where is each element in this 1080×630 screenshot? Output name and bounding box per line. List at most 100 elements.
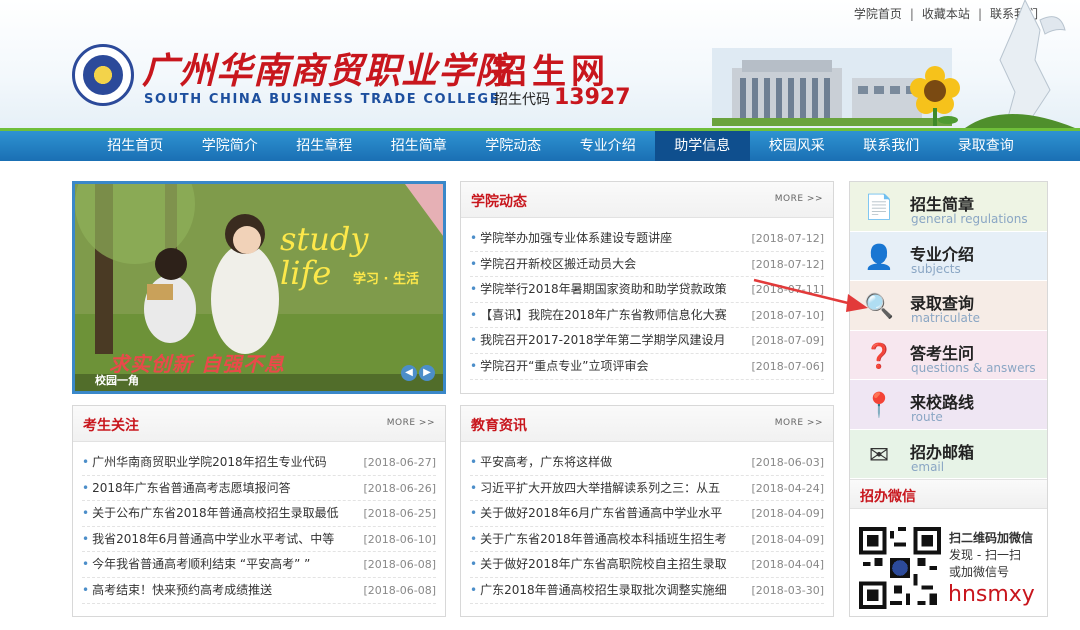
news-title[interactable]: 我省2018年6月普通高中学业水平考试、中等 — [92, 527, 334, 552]
wechat-title: 招办微信 — [860, 489, 916, 505]
bullet-icon: • — [470, 506, 478, 521]
nav-item[interactable]: 专业介绍 — [561, 131, 656, 161]
college-seal-logo[interactable] — [72, 44, 134, 106]
nav-item[interactable]: 录取查询 — [939, 131, 1034, 161]
news-item[interactable]: • 关于做好2018年6月广东省普通高中学业水平 [2018-04-09] — [470, 501, 824, 527]
quick-links-sidebar: 📄 招生简章 general regulations 👤 专业介绍 subjects 🔍 录取… — [849, 181, 1048, 617]
news-title[interactable]: 今年我省普通高考顺利结束 “平安高考” ” — [92, 552, 310, 577]
news-date: [2018-06-26] — [363, 481, 436, 495]
school-name-cn: 广州华南商贸职业学院 — [142, 50, 513, 92]
envelope-icon: ✉ — [868, 440, 890, 469]
news-item[interactable]: • 2018年广东省普通高考志愿填报问答 [2018-06-26] — [82, 476, 436, 502]
more-link[interactable]: MORE >> — [387, 418, 435, 428]
news-item[interactable]: • 广州华南商贸职业学院2018年招生专业代码 [2018-06-27] — [82, 450, 436, 476]
wechat-line-2: 发现 - 扫一扫 — [949, 548, 1021, 562]
news-item[interactable]: • 关于公布广东省2018年普通高校招生录取最低 [2018-06-25] — [82, 501, 436, 527]
more-link[interactable]: MORE >> — [775, 194, 823, 204]
wechat-qr-code — [859, 527, 941, 609]
panel-title: 考生关注 — [83, 418, 139, 434]
news-title[interactable]: 2018年广东省普通高考志愿填报问答 — [92, 476, 291, 501]
banner-subtitle: 学习 · 生活 — [353, 272, 419, 287]
news-title[interactable]: 广州华南商贸职业学院2018年招生专业代码 — [92, 450, 327, 475]
news-item[interactable]: • 高考结束！快来预约高考成绩推送 [2018-06-08] — [82, 578, 436, 604]
quick-link-6[interactable]: ✉ 招办邮箱 email — [850, 429, 1047, 479]
news-date: [2018-04-09] — [751, 532, 824, 546]
news-title[interactable]: 广东2018年普通高校招生录取批次调整实施细 — [480, 578, 727, 603]
nav-item[interactable]: 招生章程 — [277, 131, 372, 161]
sunflower-image — [910, 66, 960, 126]
nav-item[interactable]: 学院动态 — [466, 131, 561, 161]
news-title[interactable]: 高考结束！快来预约高考成绩推送 — [92, 578, 272, 603]
news-list: • 广州华南商贸职业学院2018年招生专业代码 [2018-06-27] • 2018年… — [73, 442, 445, 604]
quick-link-subtitle: matriculate — [911, 311, 980, 325]
quick-link-subtitle: subjects — [911, 261, 961, 276]
more-link[interactable]: MORE >> — [775, 418, 823, 428]
news-title[interactable]: 学院举办加强专业体系建设专题讲座 — [480, 226, 672, 251]
news-item[interactable]: • 习近平扩大开放四大举措解读系列之三：从五 [2018-04-24] — [470, 476, 824, 502]
news-title[interactable]: 我院召开2017-2018学年第二学期学风建设月 — [480, 328, 725, 353]
news-item[interactable]: • 关于广东省2018年普通高校本科插班生招生考 [2018-04-09] — [470, 527, 824, 553]
quick-link-5[interactable]: 📍 来校路线 route — [850, 380, 1047, 430]
news-item[interactable]: • 关于做好2018年广东省高职院校自主招生录取 [2018-04-04] — [470, 552, 824, 578]
news-item[interactable]: • 学院召开新校区搬迁动员大会 [2018-07-12] — [470, 252, 824, 278]
news-title[interactable]: 关于做好2018年6月广东省普通高中学业水平 — [480, 501, 722, 526]
admission-code-label: 招生代码 — [494, 92, 550, 108]
news-date: [2018-04-09] — [751, 507, 824, 521]
bullet-icon: • — [82, 480, 90, 495]
news-date: [2018-06-03] — [751, 456, 824, 469]
news-item[interactable]: • 学院召开“重点专业”立项评审会 [2018-07-06] — [470, 354, 824, 380]
news-item[interactable]: • 广东2018年普通高校招生录取批次调整实施细 [2018-03-30] — [470, 578, 824, 604]
nav-item[interactable]: 校园风采 — [750, 131, 845, 161]
nav-item[interactable]: 招生首页 — [88, 131, 183, 161]
campus-banner-slideshow[interactable]: study life 学习 · 生活 求实创新 自强不息 校园一角 ◀ ▶ — [72, 181, 446, 394]
quick-link-subtitle: general regulations — [911, 212, 1028, 226]
wechat-instructions: 扫二维码加微信 发现 - 扫一扫 或加微信号 — [949, 530, 1033, 581]
banner-prev-button[interactable]: ◀ — [401, 365, 417, 381]
home-link[interactable]: 学院首页 — [854, 7, 902, 21]
document-icon: 📄 — [864, 193, 894, 221]
news-date: [2018-06-08] — [363, 583, 436, 597]
nav-item[interactable]: 学院简介 — [183, 131, 278, 161]
news-title[interactable]: 关于广东省2018年普通高校本科插班生招生考 — [480, 527, 727, 552]
news-item[interactable]: • 我省2018年6月普通高中学业水平考试、中等 [2018-06-10] — [82, 527, 436, 553]
quick-link-3[interactable]: 🔍 录取查询 matriculate — [850, 281, 1047, 331]
news-item[interactable]: • 今年我省普通高考顺利结束 “平安高考” ” [2018-06-08] — [82, 552, 436, 578]
bullet-icon: • — [470, 582, 478, 597]
news-date: [2018-04-24] — [751, 481, 824, 495]
nav-item[interactable]: 招生简章 — [372, 131, 467, 161]
top-separator: | — [909, 7, 914, 21]
quick-link-2[interactable]: 👤 专业介绍 subjects — [850, 231, 1047, 281]
banner-next-button[interactable]: ▶ — [419, 365, 435, 381]
bullet-icon: • — [82, 531, 90, 546]
nav-item[interactable]: 助学信息 — [655, 131, 750, 161]
news-title[interactable]: 【喜讯】我院在2018年广东省教师信息化大赛 — [480, 303, 727, 328]
bullet-icon: • — [82, 582, 90, 597]
quick-link-4[interactable]: ❓ 答考生问 questions & answers — [850, 330, 1047, 380]
news-date: [2018-07-12] — [751, 232, 824, 245]
news-item[interactable]: • 我院召开2017-2018学年第二学期学风建设月 [2018-07-09] — [470, 328, 824, 354]
site-header: 学院首页 | 收藏本站 | 联系我们 广州华南商贸职业学院 SOUTH CHINA BU… — [0, 0, 1080, 128]
news-title[interactable]: 习近平扩大开放四大举措解读系列之三：从五 — [480, 476, 720, 501]
nav-item[interactable]: 联系我们 — [844, 131, 939, 161]
quick-link-subtitle: email — [911, 459, 945, 474]
quick-link-subtitle: questions & answers — [911, 360, 1036, 375]
news-title[interactable]: 平安高考，广东将这样做 — [480, 450, 612, 475]
quick-link-1[interactable]: 📄 招生简章 general regulations — [850, 182, 1047, 232]
news-title[interactable]: 学院召开新校区搬迁动员大会 — [480, 252, 636, 277]
admission-code-value: 13927 — [554, 85, 631, 110]
question-icon: ❓ — [864, 341, 894, 370]
news-title[interactable]: 学院举行2018年暑期国家资助和助学贷款政策 — [480, 277, 727, 302]
news-title[interactable]: 学院召开“重点专业”立项评审会 — [480, 354, 648, 379]
news-date: [2018-06-10] — [363, 532, 436, 546]
news-title[interactable]: 关于做好2018年广东省高职院校自主招生录取 — [480, 552, 727, 577]
location-pin-icon: 📍 — [864, 391, 894, 419]
bullet-icon: • — [470, 282, 478, 297]
banner-life-word: life — [280, 254, 332, 292]
news-item[interactable]: • 平安高考，广东将这样做 [2018-06-03] — [470, 450, 824, 476]
news-date: [2018-07-06] — [751, 359, 824, 373]
news-item[interactable]: • 学院举办加强专业体系建设专题讲座 [2018-07-12] — [470, 226, 824, 252]
admission-code: 招生代码 13927 — [494, 85, 631, 110]
bookmark-link[interactable]: 收藏本站 — [922, 7, 970, 21]
wechat-header: 招办微信 — [850, 479, 1047, 509]
news-title[interactable]: 关于公布广东省2018年普通高校招生录取最低 — [92, 501, 339, 526]
